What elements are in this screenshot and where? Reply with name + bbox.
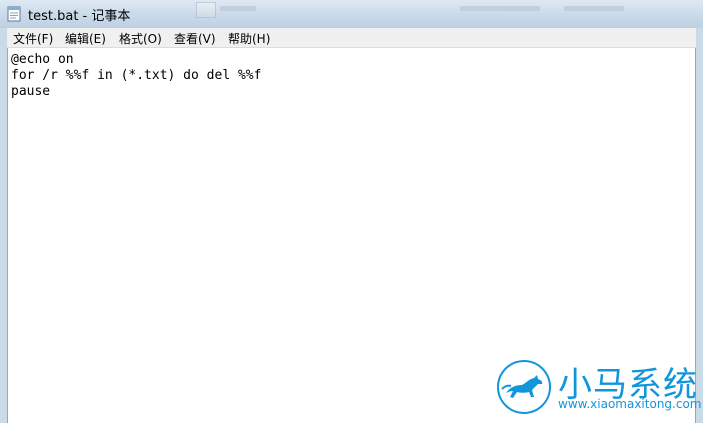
menu-format[interactable]: 格式(O) [119, 30, 162, 47]
menu-file[interactable]: 文件(F) [13, 30, 53, 47]
menu-bar: 文件(F) 编辑(E) 格式(O) 查看(V) 帮助(H) [7, 28, 696, 48]
menu-edit[interactable]: 编辑(E) [65, 30, 106, 47]
file-icon [196, 2, 216, 18]
horse-logo-icon [497, 360, 551, 414]
window-title: test.bat - 记事本 [28, 9, 131, 24]
menu-help[interactable]: 帮助(H) [228, 30, 270, 47]
watermark: 小马系统 www.xiaomaxitong.com [496, 355, 703, 421]
notepad-icon [7, 6, 21, 22]
editor-line: for /r %%f in (*.txt) do del %%f [11, 68, 262, 83]
title-bar[interactable]: test.bat - 记事本 [0, 0, 703, 28]
background-explorer-ghost [196, 0, 636, 22]
watermark-url: www.xiaomaxitong.com [558, 397, 702, 411]
editor-line: @echo on [11, 52, 74, 67]
editor-line: pause [11, 84, 51, 99]
menu-view[interactable]: 查看(V) [174, 30, 216, 47]
